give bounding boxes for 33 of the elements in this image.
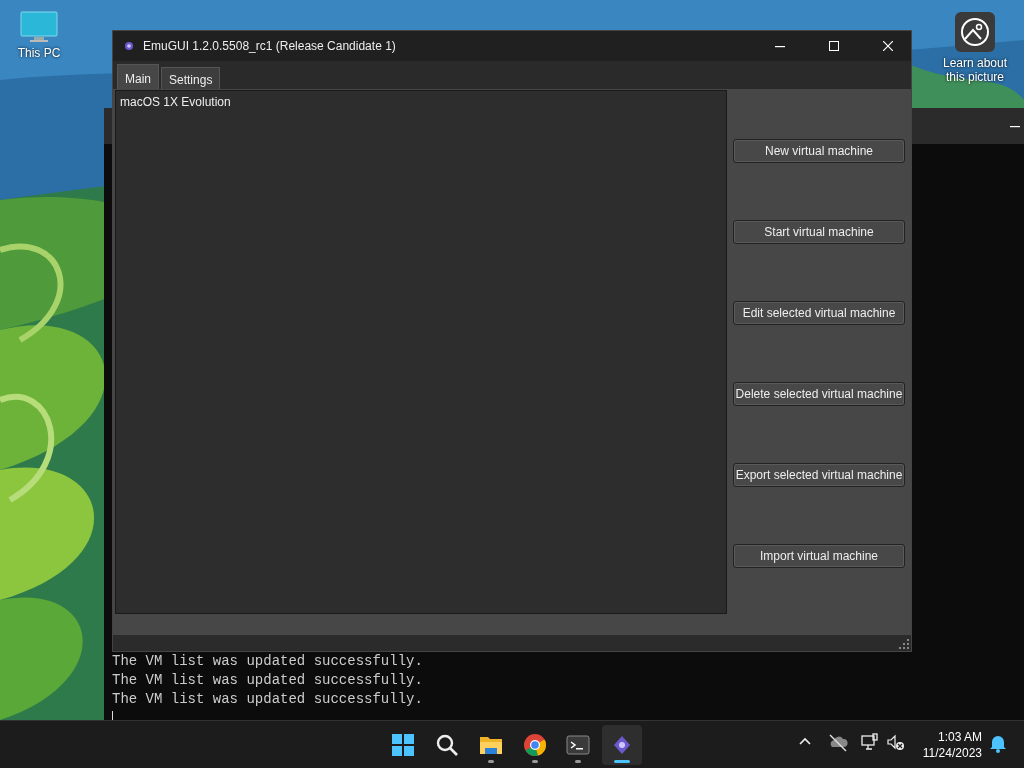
clock-time[interactable]: 1:03 AM [916, 729, 982, 745]
tab[interactable]: Main [117, 64, 159, 89]
cloud-off-icon[interactable] [828, 733, 848, 753]
action-button[interactable]: Export selected virtual machine [733, 463, 905, 487]
bell-icon[interactable] [988, 733, 1008, 753]
console-line: The VM list was updated successfully. [112, 652, 424, 671]
maximize-icon[interactable] [829, 41, 839, 51]
desktop-icon-label[interactable]: This PC [17, 44, 61, 62]
resize-grip-icon[interactable] [899, 639, 909, 649]
close-icon[interactable] [883, 41, 893, 51]
learn-more-button[interactable] [955, 12, 995, 52]
network-icon[interactable] [860, 733, 880, 753]
spotlight-label: Learn about this picture [941, 56, 1009, 85]
window-title: EmuGUI 1.2.0.5508_rc1 (Release Candidate 1) [143, 38, 397, 55]
text-cursor [112, 711, 113, 720]
browser-icon [523, 733, 547, 757]
taskbar-button[interactable] [602, 725, 642, 765]
tab[interactable]: Settings [161, 67, 221, 89]
action-button[interactable]: Import virtual machine [733, 544, 905, 568]
search-icon [435, 733, 459, 757]
console-line: The VM list was updated successfully. [112, 671, 424, 690]
volume-muted-icon[interactable] [886, 733, 906, 753]
landscape-icon [960, 17, 990, 47]
list-item[interactable]: macOS 1X Evolution [120, 93, 722, 111]
console-line: The VM list was updated successfully. [112, 690, 424, 709]
terminal-icon [566, 733, 590, 757]
app-icon [123, 40, 135, 52]
action-button[interactable]: Delete selected virtual machine [733, 382, 905, 406]
windows-icon [391, 733, 415, 757]
clock-date[interactable]: 11/24/2023 [916, 745, 982, 761]
action-button[interactable]: New virtual machine [733, 139, 905, 163]
action-button[interactable]: Edit selected virtual machine [733, 301, 905, 325]
action-button[interactable]: Start virtual machine [733, 220, 905, 244]
